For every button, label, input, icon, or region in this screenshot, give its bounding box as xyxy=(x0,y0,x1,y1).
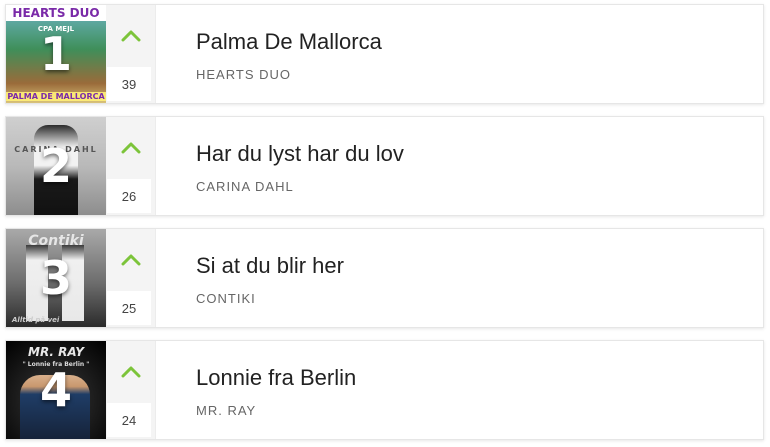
chevron-up-icon xyxy=(121,366,141,378)
chart-entry[interactable]: MR. RAY " Lonnie fra Berlin " 4 24 Lonni… xyxy=(5,340,764,440)
chevron-up-icon xyxy=(121,30,141,42)
weeks-on-chart: 25 xyxy=(107,291,151,325)
song-title[interactable]: Palma De Mallorca xyxy=(196,29,382,55)
chart-entry[interactable]: Contiki Alltid på vei 3 25 Si at du blir… xyxy=(5,228,764,328)
trend-panel: 26 xyxy=(106,117,156,215)
chart-entry[interactable]: CARINA DAHL 2 26 Har du lyst har du lov … xyxy=(5,116,764,216)
trend-panel: 39 xyxy=(106,5,156,103)
album-cover[interactable]: MR. RAY " Lonnie fra Berlin " 4 xyxy=(6,341,106,439)
rank-number: 4 xyxy=(39,363,72,417)
weeks-on-chart: 39 xyxy=(107,67,151,101)
artist-name[interactable]: MR. RAY xyxy=(196,403,256,418)
chart-entry[interactable]: HEARTS DUO CPA MEJL PALMA DE MALLORCA 1 … xyxy=(5,4,764,104)
song-title[interactable]: Har du lyst har du lov xyxy=(196,141,404,167)
album-cover[interactable]: HEARTS DUO CPA MEJL PALMA DE MALLORCA 1 xyxy=(6,5,106,103)
chart-list: HEARTS DUO CPA MEJL PALMA DE MALLORCA 1 … xyxy=(0,0,770,447)
chevron-up-icon xyxy=(121,142,141,154)
song-title[interactable]: Si at du blir her xyxy=(196,253,344,279)
artist-name[interactable]: HEARTS DUO xyxy=(196,67,291,82)
artist-name[interactable]: CONTIKI xyxy=(196,291,256,306)
chevron-up-icon xyxy=(121,254,141,266)
rank-number: 3 xyxy=(39,251,72,305)
weeks-on-chart: 26 xyxy=(107,179,151,213)
rank-number: 2 xyxy=(39,139,72,193)
song-title[interactable]: Lonnie fra Berlin xyxy=(196,365,356,391)
album-cover[interactable]: Contiki Alltid på vei 3 xyxy=(6,229,106,327)
album-cover[interactable]: CARINA DAHL 2 xyxy=(6,117,106,215)
rank-number: 1 xyxy=(39,27,72,81)
weeks-on-chart: 24 xyxy=(107,403,151,437)
trend-panel: 25 xyxy=(106,229,156,327)
trend-panel: 24 xyxy=(106,341,156,439)
artist-name[interactable]: CARINA DAHL xyxy=(196,179,294,194)
